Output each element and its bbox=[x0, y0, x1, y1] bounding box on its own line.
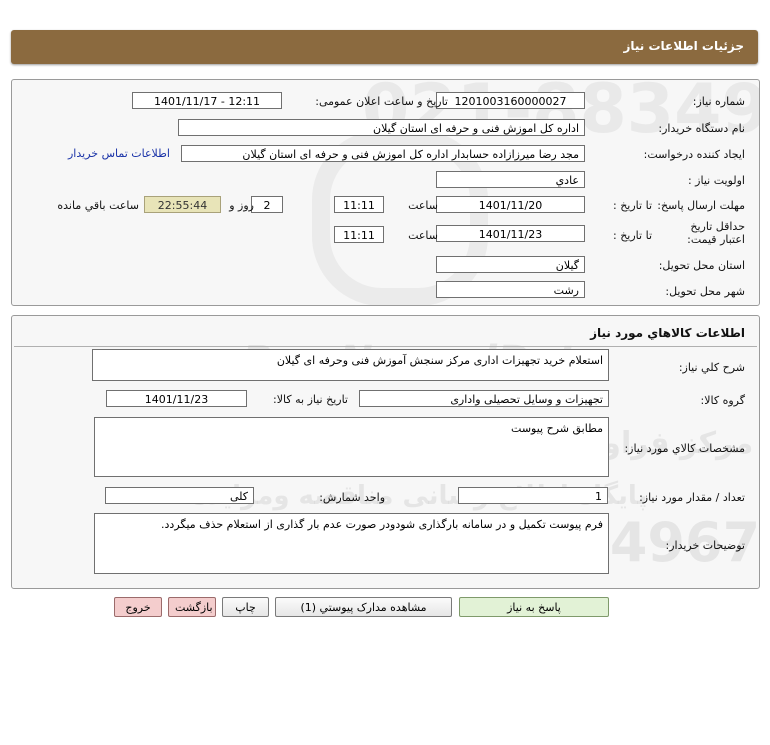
creator-label: ايجاد کننده درخواست: bbox=[643, 148, 745, 161]
goods-group-field: تجهيزات و وسايل تحصيلی واداری bbox=[359, 390, 609, 407]
deadline-date-field: 1401/11/20 bbox=[436, 196, 585, 213]
goods-group-label: گروه کالا: bbox=[700, 394, 745, 407]
need-number-label: شماره نياز: bbox=[692, 95, 745, 108]
province-field: گيلان bbox=[436, 256, 585, 273]
announce-field: 1401/11/17 - 12:11 bbox=[132, 92, 282, 109]
validity-label: حداقل تاريخ اعتبار قيمت: bbox=[687, 220, 745, 246]
exit-button[interactable]: خروج bbox=[114, 597, 162, 617]
print-button[interactable]: چاپ bbox=[222, 597, 269, 617]
priority-field: عادي bbox=[436, 171, 585, 188]
days-remaining-field: 2 bbox=[251, 196, 283, 213]
buyer-field: اداره کل اموزش فنی و حرفه ای استان گیلان bbox=[178, 119, 585, 136]
page-title: جزئيات اطلاعات نياز bbox=[623, 39, 744, 53]
buyer-notes-label: توضيحات خريدار: bbox=[665, 539, 746, 552]
validity-time-label: ساعت bbox=[408, 229, 438, 242]
city-label: شهر محل تحويل: bbox=[665, 285, 745, 298]
reply-button[interactable]: پاسخ به نياز bbox=[459, 597, 609, 617]
need-number-field: 1201003160000027 bbox=[436, 92, 585, 109]
unit-label: واحد شمارش: bbox=[319, 491, 385, 504]
creator-field: مجد رضا میرزازاده حسابدار اداره کل اموزش… bbox=[181, 145, 585, 162]
validity-time-field: 11:11 bbox=[334, 226, 384, 243]
view-attachments-button[interactable]: مشاهده مدارک پيوستي (1) bbox=[275, 597, 452, 617]
watermark-phone: 021-88349670 bbox=[362, 80, 759, 149]
need-date-field: 1401/11/23 bbox=[106, 390, 247, 407]
back-button[interactable]: بازگشت bbox=[168, 597, 216, 617]
goods-section-title: اطلاعات کالاهاي مورد نياز bbox=[590, 326, 745, 340]
page-header: جزئيات اطلاعات نياز bbox=[11, 30, 758, 64]
deadline-time-field: 11:11 bbox=[334, 196, 384, 213]
city-field: رشت bbox=[436, 281, 585, 298]
deadline-until-label: تا تاريخ : bbox=[613, 199, 652, 212]
announce-label: تاريخ و ساعت اعلان عمومی: bbox=[315, 95, 448, 108]
qty-label: تعداد / مقدار مورد نياز: bbox=[639, 491, 745, 504]
qty-field: 1 bbox=[458, 487, 608, 504]
buyer-label: نام دستگاه خريدار: bbox=[658, 122, 745, 135]
specs-label: مشخصات کالاي مورد نياز: bbox=[624, 442, 745, 455]
validity-until-label: تا تاريخ : bbox=[613, 229, 652, 242]
deadline-label: مهلت ارسال پاسخ: bbox=[657, 199, 745, 212]
need-date-label: تاريخ نياز به کالا: bbox=[273, 393, 348, 406]
section-divider bbox=[14, 346, 757, 347]
validity-date-field: 1401/11/23 bbox=[436, 225, 585, 242]
priority-label: اولويت نياز : bbox=[687, 174, 745, 187]
time-remaining-label: ساعت باقي مانده bbox=[57, 199, 139, 212]
goods-panel: ParsNamadData مرکز فراوری اطلاعات پارس ن… bbox=[11, 315, 760, 589]
days-label: روز و bbox=[229, 199, 254, 212]
time-remaining-field: 22:55:44 bbox=[144, 196, 221, 213]
deadline-time-label: ساعت bbox=[408, 199, 438, 212]
unit-field: کلی bbox=[105, 487, 254, 504]
general-desc-field: استعلام خرید تجهیزات اداری مرکز سنجش آمو… bbox=[92, 349, 609, 381]
general-desc-label: شرح کلي نياز: bbox=[678, 361, 745, 374]
buyer-contact-link[interactable]: اطلاعات تماس خريدار bbox=[68, 147, 170, 160]
need-info-panel: 021-88349670 شماره نياز: 120100316000002… bbox=[11, 79, 760, 306]
province-label: استان محل تحويل: bbox=[658, 259, 745, 272]
specs-field: مطابق شرح پیوست bbox=[94, 417, 609, 477]
buyer-notes-field: فرم پیوست تکمیل و در سامانه بارگذاری شود… bbox=[94, 513, 609, 574]
watermark: 021-88349670 bbox=[12, 80, 759, 305]
